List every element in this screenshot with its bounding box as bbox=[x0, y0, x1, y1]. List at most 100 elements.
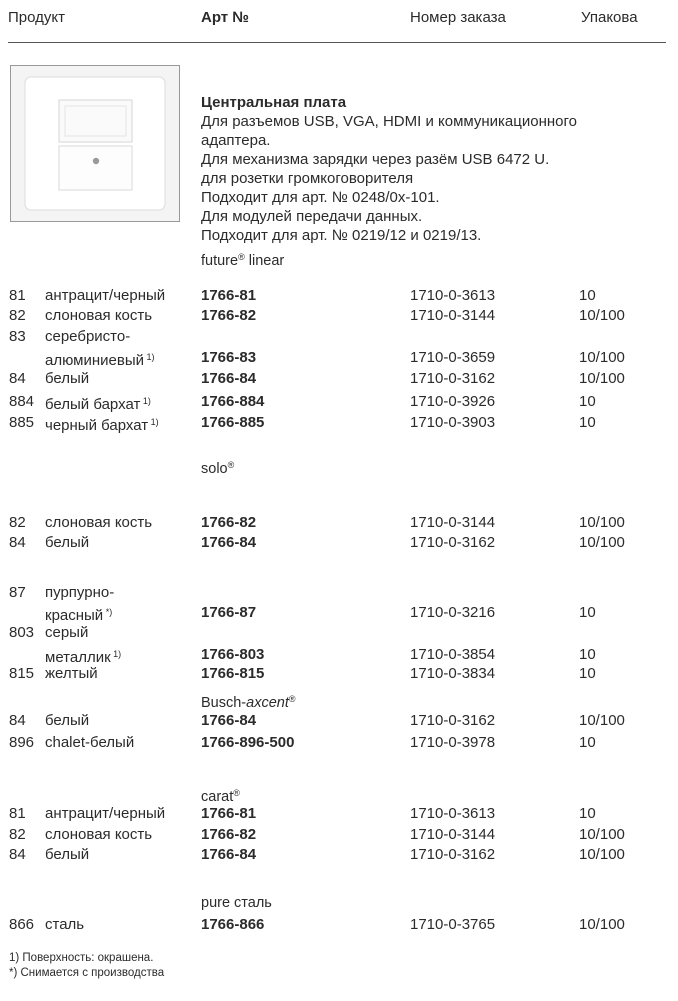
row-order-number: 1710-0-3765 bbox=[410, 916, 496, 933]
row-number: 803 bbox=[9, 624, 35, 641]
row-number: 815 bbox=[9, 665, 35, 682]
row-package: 10 bbox=[579, 646, 596, 663]
row-package: 10 bbox=[579, 805, 596, 822]
row-article: 1766-884 bbox=[201, 393, 265, 410]
row-order-number: 1710-0-3216 bbox=[410, 604, 496, 621]
header-divider bbox=[8, 42, 666, 43]
table-row: 87 пурпурно- bbox=[0, 583, 678, 602]
row-color-label: слоновая кость bbox=[45, 307, 153, 324]
table-row: 815 желтый 1766-815 1710-0-3834 10 bbox=[0, 664, 678, 683]
table-row: 81 антрацит/черный 1766-81 1710-0-3613 10 bbox=[0, 286, 678, 305]
row-article: 1766-84 bbox=[201, 712, 257, 729]
row-color-label: черный бархат 1) bbox=[45, 417, 159, 434]
row-article: 1766-81 bbox=[201, 805, 257, 822]
table-row: 81 антрацит/черный 1766-81 1710-0-3613 10 bbox=[0, 804, 678, 823]
row-article: 1766-83 bbox=[201, 349, 257, 366]
row-package: 10/100 bbox=[579, 307, 625, 324]
table-row: 803 серый bbox=[0, 623, 678, 642]
row-package: 10 bbox=[579, 393, 596, 410]
section-title-axcent: Busch-axcent® bbox=[201, 694, 296, 711]
description-line: Для механизма зарядки через разём USB 64… bbox=[201, 151, 550, 168]
row-package: 10/100 bbox=[579, 712, 625, 729]
table-row: 84 белый 1766-84 1710-0-3162 10/100 bbox=[0, 711, 678, 730]
row-number: 84 bbox=[9, 534, 26, 551]
description-line: Для разъемов USB, VGA, HDMI и коммуникац… bbox=[201, 113, 577, 130]
row-color-label: антрацит/черный bbox=[45, 287, 166, 304]
row-order-number: 1710-0-3144 bbox=[410, 307, 496, 324]
row-order-number: 1710-0-3926 bbox=[410, 393, 496, 410]
row-order-number: 1710-0-3162 bbox=[410, 712, 496, 729]
row-number: 896 bbox=[9, 734, 35, 751]
row-number: 81 bbox=[9, 805, 26, 822]
row-color-label: желтый bbox=[45, 665, 98, 682]
row-order-number: 1710-0-3162 bbox=[410, 846, 496, 863]
header-art: Арт № bbox=[201, 9, 250, 26]
description-line: Подходит для арт. № 0219/12 и 0219/13. bbox=[201, 227, 482, 244]
row-color-label: белый bbox=[45, 534, 90, 551]
row-color-label: пурпурно- bbox=[45, 584, 115, 601]
header-product: Продукт bbox=[8, 9, 65, 26]
row-color-label: белый bbox=[45, 370, 90, 387]
row-package: 10 bbox=[579, 604, 596, 621]
row-order-number: 1710-0-3162 bbox=[410, 534, 496, 551]
table-row: металлик 1) 1766-803 1710-0-3854 10 bbox=[0, 645, 678, 666]
row-number: 82 bbox=[9, 307, 26, 324]
row-number: 884 bbox=[9, 393, 35, 410]
row-article: 1766-866 bbox=[201, 916, 265, 933]
header-pack: Упакова bbox=[581, 9, 638, 26]
row-order-number: 1710-0-3854 bbox=[410, 646, 496, 663]
row-article: 1766-885 bbox=[201, 414, 265, 431]
row-package: 10/100 bbox=[579, 349, 625, 366]
table-row: 884 белый бархат 1) 1766-884 1710-0-3926 10 bbox=[0, 392, 678, 413]
row-order-number: 1710-0-3613 bbox=[410, 805, 496, 822]
row-article: 1766-87 bbox=[201, 604, 257, 621]
row-article: 1766-815 bbox=[201, 665, 265, 682]
row-package: 10/100 bbox=[579, 846, 625, 863]
row-article: 1766-82 bbox=[201, 514, 257, 531]
row-package: 10 bbox=[579, 665, 596, 682]
footnote: *) Снимается с производства bbox=[9, 967, 165, 979]
row-number: 84 bbox=[9, 370, 26, 387]
row-color-label: белый бархат 1) bbox=[45, 396, 151, 413]
row-number: 82 bbox=[9, 514, 26, 531]
description-line: Подходит для арт. № 0248/0x-101. bbox=[201, 189, 440, 206]
row-package: 10 bbox=[579, 414, 596, 431]
row-order-number: 1710-0-3659 bbox=[410, 349, 496, 366]
row-number: 82 bbox=[9, 826, 26, 843]
table-row: 896 chalet-белый 1766-896-500 1710-0-3978 10 bbox=[0, 733, 678, 752]
row-color-label: белый bbox=[45, 712, 90, 729]
description-title: Центральная плата bbox=[201, 94, 347, 111]
row-color-label: chalet-белый bbox=[45, 734, 135, 751]
footnote-mark: 1) bbox=[148, 417, 159, 427]
row-color-label: красный *) bbox=[45, 607, 113, 624]
table-row: 82 слоновая кость 1766-82 1710-0-3144 10/100 bbox=[0, 306, 678, 325]
row-article: 1766-84 bbox=[201, 370, 257, 387]
row-color-label: серебристо- bbox=[45, 328, 131, 345]
row-article: 1766-81 bbox=[201, 287, 257, 304]
row-number: 84 bbox=[9, 846, 26, 863]
row-article: 1766-84 bbox=[201, 534, 257, 551]
row-order-number: 1710-0-3903 bbox=[410, 414, 496, 431]
row-package: 10/100 bbox=[579, 514, 625, 531]
row-order-number: 1710-0-3144 bbox=[410, 514, 496, 531]
header-order: Номер заказа bbox=[410, 9, 506, 26]
table-row: 82 слоновая кость 1766-82 1710-0-3144 10/100 bbox=[0, 513, 678, 532]
description-line: Для модулей передачи данных. bbox=[201, 208, 423, 225]
table-row: 885 черный бархат 1) 1766-885 1710-0-3903 10 bbox=[0, 413, 678, 434]
footnote-mark: 1) bbox=[144, 352, 155, 362]
row-order-number: 1710-0-3978 bbox=[410, 734, 496, 751]
footnote-mark: 1) bbox=[140, 396, 151, 406]
section-title-carat: carat® bbox=[201, 788, 240, 805]
table-row: 84 белый 1766-84 1710-0-3162 10/100 bbox=[0, 369, 678, 388]
row-color-label: серый bbox=[45, 624, 89, 641]
footnote: 1) Поверхность: окрашена. bbox=[9, 952, 154, 964]
row-number: 84 bbox=[9, 712, 26, 729]
footnote-mark: *) bbox=[103, 607, 113, 617]
row-article: 1766-84 bbox=[201, 846, 257, 863]
row-order-number: 1710-0-3834 bbox=[410, 665, 496, 682]
row-article: 1766-82 bbox=[201, 307, 257, 324]
row-color-label: слоновая кость bbox=[45, 826, 153, 843]
row-number: 866 bbox=[9, 916, 35, 933]
row-order-number: 1710-0-3613 bbox=[410, 287, 496, 304]
row-color-label: слоновая кость bbox=[45, 514, 153, 531]
